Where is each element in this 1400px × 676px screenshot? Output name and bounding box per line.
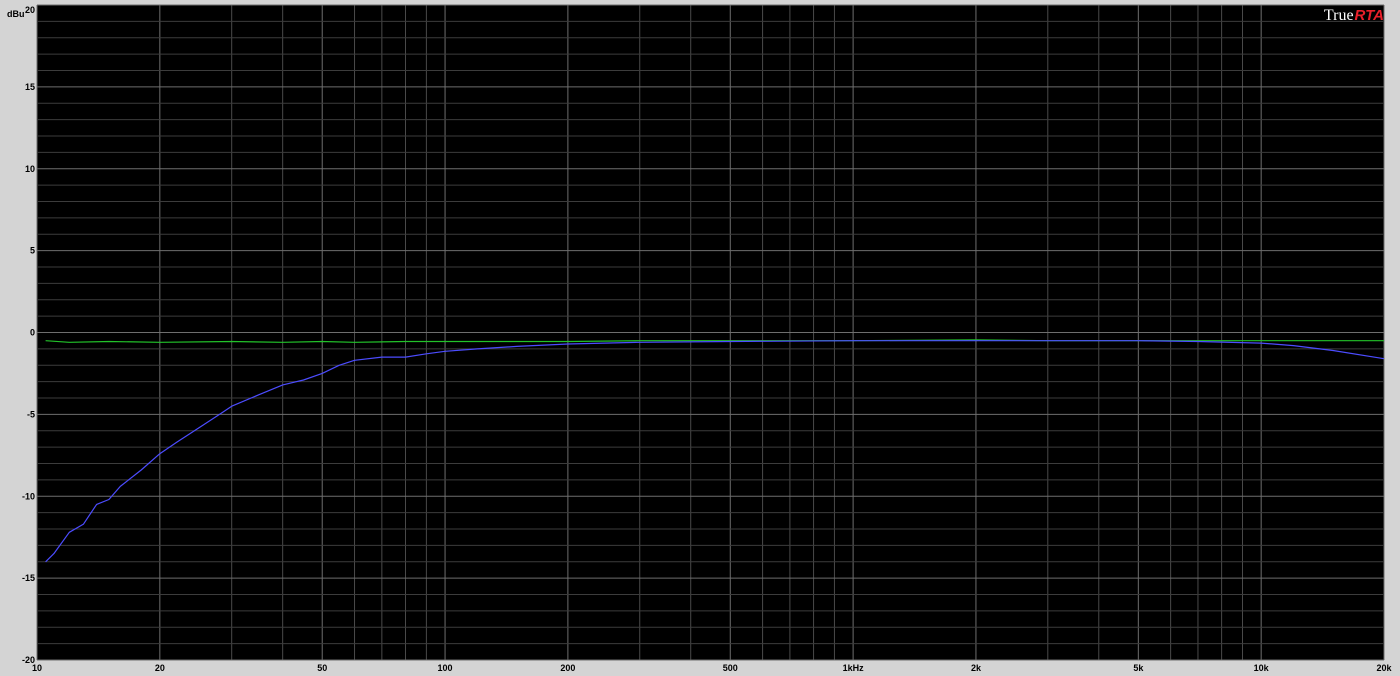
truerta-logo: TrueRTA — [1324, 7, 1384, 24]
y-tick-label: -15 — [22, 573, 35, 583]
y-tick-label: -5 — [27, 409, 35, 419]
x-tick-label: 500 — [723, 663, 738, 673]
logo-text-rta: RTA — [1355, 7, 1384, 24]
logo-text-true: True — [1324, 7, 1354, 24]
y-tick-label: 20 — [25, 5, 35, 15]
y-tick-label: 10 — [25, 164, 35, 174]
x-tick-label: 100 — [438, 663, 453, 673]
frequency-response-chart: 10 20 50 100 200 500 1kHz 2k 5k 10k 20k 20151050-5… — [7, 4, 1393, 673]
x-tick-label: 50 — [317, 663, 327, 673]
x-tick-label: 20 — [155, 663, 165, 673]
y-axis: 20 15 10 5 0 -5 -10 -15 -20 — [22, 5, 35, 665]
y-tick-label: 15 — [25, 82, 35, 92]
x-tick-label: 5k — [1133, 663, 1144, 673]
y-tick-label: -20 — [22, 655, 35, 665]
rta-frame: 10 20 50 100 200 500 1kHz 2k 5k 10k 20k 20 15 10 5 0 -5… — [0, 0, 1400, 676]
y-tick-label: 0 — [30, 328, 35, 338]
x-axis: 10 20 50 100 200 500 1kHz 2k 5k 10k 20k — [32, 663, 1393, 673]
y-axis-label: dBu — [7, 9, 25, 19]
x-tick-label: 1kHz — [843, 663, 865, 673]
y-tick-label: -10 — [22, 491, 35, 501]
x-tick-label: 2k — [971, 663, 982, 673]
x-tick-label: 200 — [560, 663, 575, 673]
x-tick-label: 20k — [1376, 663, 1392, 673]
x-tick-label: 10k — [1254, 663, 1270, 673]
y-tick-label: 5 — [30, 246, 35, 256]
grid — [36, 4, 1385, 661]
